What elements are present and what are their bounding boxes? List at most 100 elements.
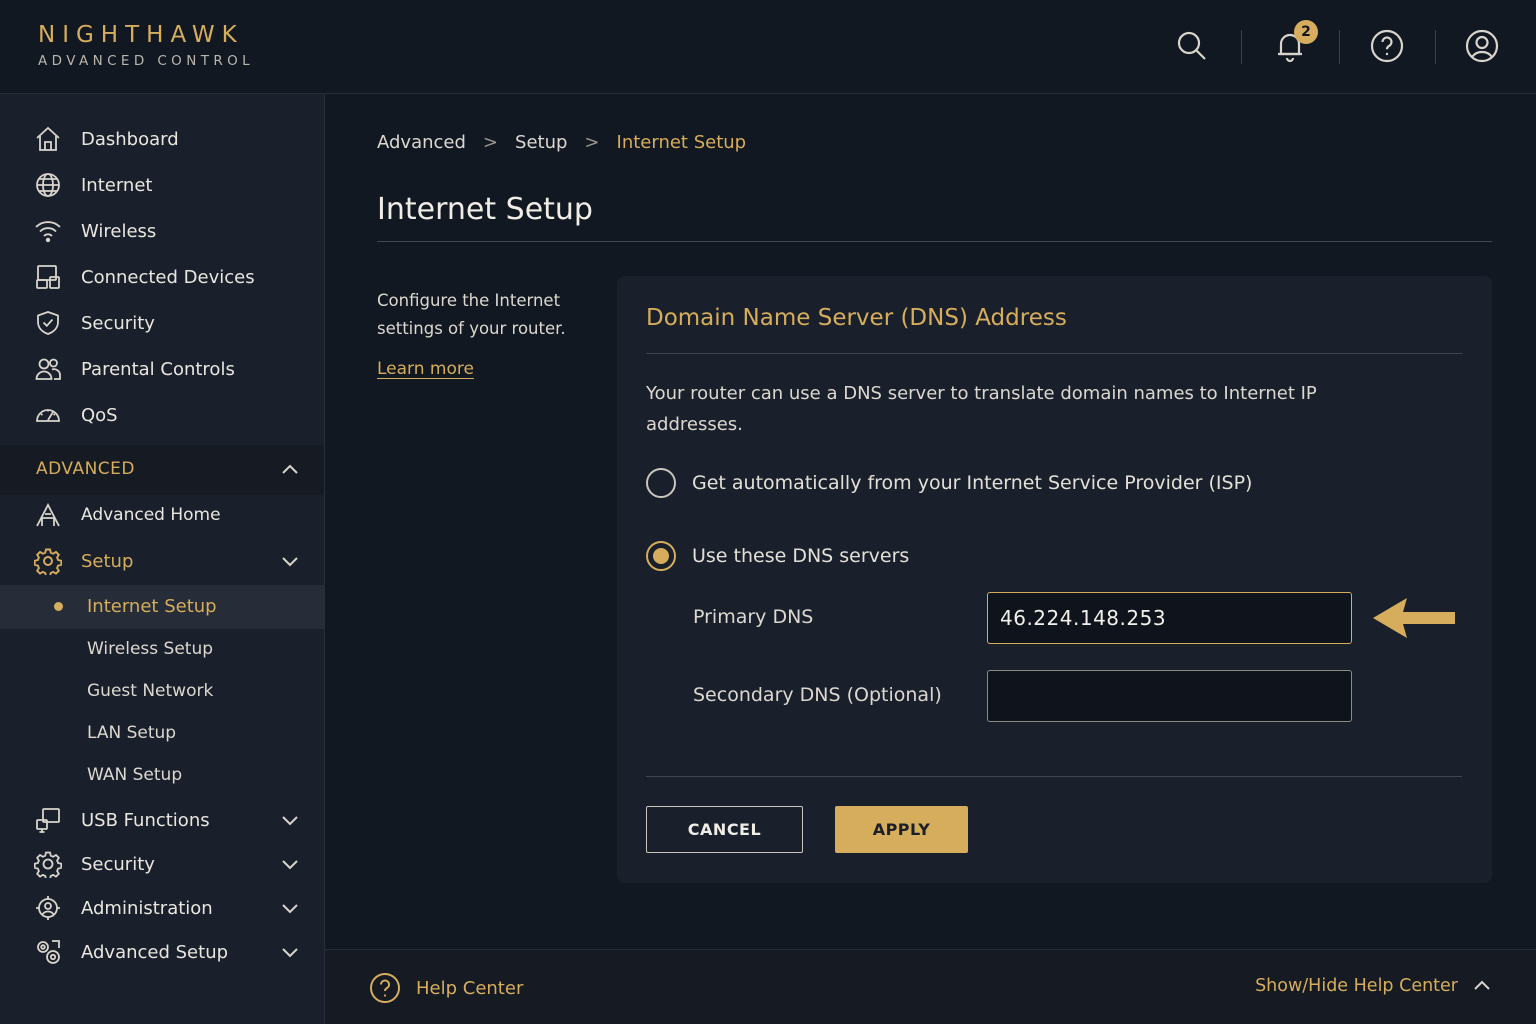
dns-card-title: Domain Name Server (DNS) Address	[646, 305, 1067, 331]
sidebar-subitem-label: WAN Setup	[87, 765, 183, 785]
admin-icon	[34, 894, 62, 922]
help-center-label: Help Center	[416, 977, 524, 999]
sidebar-item-advanced-home[interactable]: Advanced Home	[0, 493, 324, 537]
header-divider	[1435, 30, 1436, 64]
sidebar-item-label: Dashboard	[81, 128, 179, 150]
sidebar-subitem-label: Guest Network	[87, 681, 214, 701]
shield-icon	[34, 309, 62, 337]
primary-dns-label: Primary DNS	[693, 606, 814, 628]
radio-auto[interactable]	[646, 468, 676, 498]
arrow-left-icon	[1373, 596, 1457, 640]
brand-name: NIGHTHAWK	[38, 22, 244, 48]
sidebar-item-label: Setup	[81, 550, 134, 572]
card-divider	[646, 776, 1462, 777]
sidebar-subitem-internet-setup[interactable]: Internet Setup	[0, 585, 324, 629]
chevron-down-icon	[278, 852, 302, 876]
globe-icon	[34, 171, 62, 199]
radio-manual-label: Use these DNS servers	[692, 545, 910, 567]
dns-card: Domain Name Server (DNS) Address Your ro…	[617, 276, 1492, 883]
sidebar-item-label: Security	[81, 853, 155, 875]
chevron-down-icon	[278, 896, 302, 920]
chevron-down-icon	[278, 808, 302, 832]
sidebar-subitem-label: LAN Setup	[87, 723, 177, 743]
sidebar-subitem-guest-network[interactable]: Guest Network	[0, 671, 324, 713]
sidebar-item-label: Administration	[81, 897, 213, 919]
title-divider	[377, 241, 1492, 242]
breadcrumb-separator: >	[482, 132, 499, 153]
sidebar-item-connected-devices[interactable]: Connected Devices	[0, 255, 324, 299]
sidebar-item-parental-controls[interactable]: Parental Controls	[0, 347, 324, 391]
usb-icon	[34, 806, 62, 834]
user-icon[interactable]	[1464, 28, 1500, 64]
sidebar-subitem-wireless-setup[interactable]: Wireless Setup	[0, 629, 324, 671]
sidebar-item-label: Advanced Setup	[81, 941, 229, 963]
secondary-dns-input[interactable]	[987, 670, 1352, 722]
breadcrumb-separator: >	[584, 132, 600, 153]
apply-button[interactable]: APPLY	[835, 806, 968, 853]
breadcrumb-advanced[interactable]: Advanced	[377, 132, 466, 153]
help-center-toggle[interactable]: Show/Hide Help Center	[1255, 974, 1494, 998]
sidebar-subitem-wan-setup[interactable]: WAN Setup	[0, 755, 324, 797]
sidebar-subitem-label: Wireless Setup	[87, 639, 214, 659]
sidebar-item-advanced-setup[interactable]: Advanced Setup	[0, 930, 324, 974]
sidebar-item-label: Internet	[81, 174, 153, 196]
sidebar-item-label: QoS	[81, 404, 118, 426]
wifi-icon	[34, 217, 62, 245]
breadcrumb-setup[interactable]: Setup	[515, 132, 567, 153]
advanced-home-icon	[34, 501, 62, 529]
active-indicator	[54, 602, 63, 611]
sidebar-item-wireless[interactable]: Wireless	[0, 209, 324, 253]
sidebar-item-setup[interactable]: Setup	[0, 539, 324, 583]
sidebar: Dashboard Internet Wireless Connected De…	[0, 94, 325, 1024]
brand-logo[interactable]: NIGHTHAWK ADVANCED CONTROL	[38, 20, 254, 69]
sidebar-item-dashboard[interactable]: Dashboard	[0, 117, 324, 161]
sidebar-item-label: Advanced Home	[81, 505, 221, 525]
radio-auto-label: Get automatically from your Internet Ser…	[692, 472, 1253, 494]
dns-option-manual[interactable]: Use these DNS servers	[646, 540, 909, 572]
header-divider	[1339, 30, 1340, 64]
sidebar-item-administration[interactable]: Administration	[0, 886, 324, 930]
brand-subtitle: ADVANCED CONTROL	[38, 53, 255, 69]
top-bar: NIGHTHAWK ADVANCED CONTROL 2	[0, 0, 1536, 94]
advanced-setup-icon	[34, 938, 62, 966]
help-circle-icon	[369, 972, 401, 1004]
sidebar-item-usb-functions[interactable]: USB Functions	[0, 798, 324, 842]
page-intro: Configure the Internet settings of your …	[377, 291, 566, 338]
radio-manual[interactable]	[646, 541, 676, 571]
search-icon[interactable]	[1174, 28, 1210, 64]
chevron-down-icon	[278, 940, 302, 964]
page-title: Internet Setup	[377, 192, 593, 227]
help-icon[interactable]	[1369, 28, 1405, 64]
help-footer: Help Center Show/Hide Help Center	[325, 949, 1536, 1024]
security-gear-icon	[34, 850, 62, 878]
notification-badge: 2	[1294, 20, 1318, 44]
users-icon	[34, 355, 62, 383]
secondary-dns-label: Secondary DNS (Optional)	[693, 684, 942, 706]
header-actions: 2	[1136, 0, 1536, 94]
cancel-button[interactable]: CANCEL	[646, 806, 803, 853]
card-divider	[646, 353, 1462, 354]
breadcrumb: Advanced > Setup > Internet Setup	[377, 132, 746, 153]
chevron-up-icon	[278, 458, 302, 482]
chevron-down-icon	[278, 549, 302, 573]
devices-icon	[34, 263, 62, 291]
bell-icon[interactable]: 2	[1272, 20, 1318, 64]
sidebar-item-label: Security	[81, 312, 155, 334]
help-center-link[interactable]: Help Center	[369, 972, 523, 1004]
home-icon	[34, 125, 62, 153]
sidebar-subitem-lan-setup[interactable]: LAN Setup	[0, 713, 324, 755]
dns-option-auto[interactable]: Get automatically from your Internet Ser…	[646, 467, 1252, 499]
sidebar-item-qos[interactable]: QoS	[0, 393, 324, 437]
header-divider	[1241, 30, 1242, 64]
help-toggle-label: Show/Hide Help Center	[1255, 976, 1458, 996]
main-content: Advanced > Setup > Internet Setup Intern…	[325, 94, 1536, 949]
sidebar-item-security[interactable]: Security	[0, 301, 324, 345]
sidebar-item-internet[interactable]: Internet	[0, 163, 324, 207]
dns-description: Your router can use a DNS server to tran…	[646, 383, 1317, 435]
sidebar-item-label: Connected Devices	[81, 266, 255, 288]
primary-dns-input[interactable]	[987, 592, 1352, 644]
sidebar-item-security-advanced[interactable]: Security	[0, 842, 324, 886]
sidebar-section-advanced[interactable]: ADVANCED	[0, 445, 324, 495]
learn-more-link[interactable]: Learn more	[377, 359, 474, 379]
gear-icon	[34, 547, 62, 575]
